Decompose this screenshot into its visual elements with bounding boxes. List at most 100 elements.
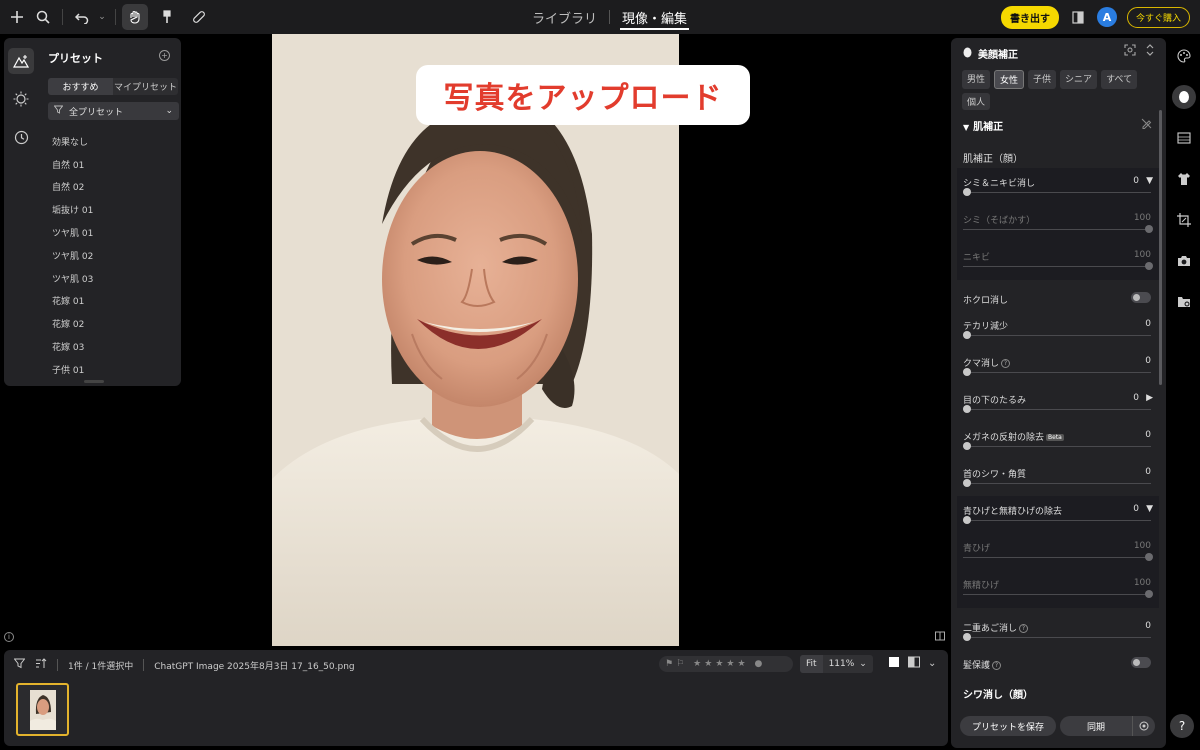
preset-item[interactable]: 花嫁 02 [52,312,177,335]
spots-slider[interactable]: シミ＆ニキビ消し 0 ▼ [963,176,1153,196]
slider-knob[interactable] [963,633,971,641]
tag-all[interactable]: すべて [1101,70,1138,89]
help-button[interactable]: ? [1170,714,1194,738]
face-retouch-icon[interactable] [1172,85,1196,109]
slider-knob[interactable] [1145,225,1153,233]
beard-slider[interactable]: 青ひげと無精ひげの除去 0 ▼ [963,504,1153,524]
slider-knob[interactable] [1145,590,1153,598]
tag-male[interactable]: 男性 [962,70,991,89]
preset-item[interactable]: 花嫁 03 [52,335,177,358]
hair-protect-toggle[interactable] [1131,657,1151,668]
zoom-select[interactable]: 111% ⌄ [823,655,873,673]
blue-beard-slider[interactable]: 青ひげ 100 [963,541,1153,561]
slider-knob[interactable] [963,442,971,450]
tab-library[interactable]: ライブラリ [520,0,609,34]
slider-knob[interactable] [963,516,971,524]
slider-knob[interactable] [1145,553,1153,561]
preset-item[interactable]: ツヤ肌 01 [52,221,177,244]
crop-icon[interactable] [1172,208,1196,232]
chevron-down-icon[interactable]: ⌄ [95,4,109,30]
preset-item[interactable]: 子供 01 [52,358,177,381]
tag-female[interactable]: 女性 [994,70,1025,89]
search-icon[interactable] [30,4,56,30]
hand-icon[interactable] [122,4,148,30]
compare-icon[interactable] [1069,4,1087,30]
filter-icon[interactable] [13,658,26,672]
preset-item[interactable]: 自然 02 [52,176,177,199]
tab-develop[interactable]: 現像・編集 [610,0,699,34]
slider-knob[interactable] [963,188,971,196]
single-view-icon[interactable] [888,656,900,671]
preset-item[interactable]: 効果なし [52,130,177,153]
star-icon[interactable]: ★ [693,659,701,669]
bandage-icon[interactable] [186,4,212,30]
brush-icon[interactable] [154,4,180,30]
info-icon[interactable]: ? [1019,624,1029,633]
dark-circles-slider[interactable]: クマ消し? 0 [963,356,1153,376]
face-detect-icon[interactable] [1124,44,1136,59]
tag-senior[interactable]: シニア [1060,70,1098,89]
info-icon[interactable]: ? [992,661,1002,670]
shine-slider[interactable]: テカリ減少 0 [963,319,1153,339]
neck-slider[interactable]: 首のシワ・角質 0 [963,467,1153,487]
folder-export-icon[interactable] [1172,290,1196,314]
history-icon[interactable] [8,124,34,150]
triangle-right-icon[interactable]: ▶ [1146,393,1153,403]
export-button[interactable]: 書き出す [1000,5,1059,29]
camera-icon[interactable] [1172,249,1196,273]
photo-canvas[interactable] [272,34,679,646]
upload-photo-banner[interactable]: 写真をアップロード [416,65,750,125]
reset-pen-icon[interactable] [1141,118,1152,132]
preset-mountain-icon[interactable] [8,48,34,74]
tag-individual[interactable]: 個人 [962,93,991,110]
preset-item[interactable]: ツヤ肌 03 [52,267,177,290]
fit-button[interactable]: Fit [800,655,823,673]
slider-knob[interactable] [963,405,971,413]
sort-arrows-icon[interactable] [1146,44,1154,59]
sync-button[interactable]: 同期 [1060,716,1133,736]
eye-bags-slider[interactable]: 目の下のたるみ 0 ▶ [963,393,1153,413]
acne-slider[interactable]: ニキビ 100 [963,250,1153,270]
double-chin-slider[interactable]: 二重あご消し? 0 [963,621,1153,641]
stubble-slider[interactable]: 無精ひげ 100 [963,578,1153,598]
plus-icon[interactable] [4,4,30,30]
tag-child[interactable]: 子供 [1028,70,1057,89]
triangle-down-icon[interactable]: ▼ [1146,504,1153,514]
star-icon[interactable]: ★ [726,659,734,669]
slider-knob[interactable] [963,331,971,339]
slider-knob[interactable] [963,479,971,487]
flag-icon[interactable]: ⚑ [665,659,673,669]
background-icon[interactable] [1172,126,1196,150]
info-icon[interactable]: ? [1001,359,1011,368]
preset-scrollbar[interactable] [84,380,104,383]
user-avatar[interactable]: A [1096,7,1117,27]
sync-options-icon[interactable] [1133,716,1155,736]
buy-now-button[interactable]: 今すぐ購入 [1126,6,1190,28]
color-label-icon[interactable]: ● [755,659,763,669]
slider-knob[interactable] [963,368,971,376]
sun-adjust-icon[interactable] [8,86,34,112]
triangle-down-icon[interactable]: ▼ [1146,176,1153,186]
segment-recommended[interactable]: おすすめ [48,78,113,95]
preset-filter-dropdown[interactable]: 全プリセット ⌄ [48,102,179,120]
before-after-icon[interactable] [908,656,920,671]
add-preset-icon[interactable]: + [159,50,170,61]
chevron-down-icon[interactable]: ⌄ [928,658,936,669]
book-panel-icon[interactable] [935,631,945,644]
segment-my-presets[interactable]: マイプリセット [113,78,178,95]
preset-item[interactable]: 自然 01 [52,153,177,176]
moles-toggle[interactable] [1131,292,1151,303]
undo-icon[interactable] [69,4,95,30]
beauty-panel-scrollbar[interactable] [1159,110,1162,385]
star-icon[interactable]: ★ [715,659,723,669]
skin-section-header[interactable]: ▼ 肌補正 [963,118,1003,133]
sort-icon[interactable] [35,658,47,672]
clothing-icon[interactable] [1172,167,1196,191]
star-icon[interactable]: ★ [704,659,712,669]
save-preset-button[interactable]: プリセットを保存 [960,716,1056,736]
slider-knob[interactable] [1145,262,1153,270]
info-icon[interactable]: i [4,632,14,642]
glasses-slider[interactable]: メガネの反射の除去 Beta 0 [963,430,1153,450]
star-icon[interactable]: ★ [737,659,745,669]
preset-item[interactable]: ツヤ肌 02 [52,244,177,267]
